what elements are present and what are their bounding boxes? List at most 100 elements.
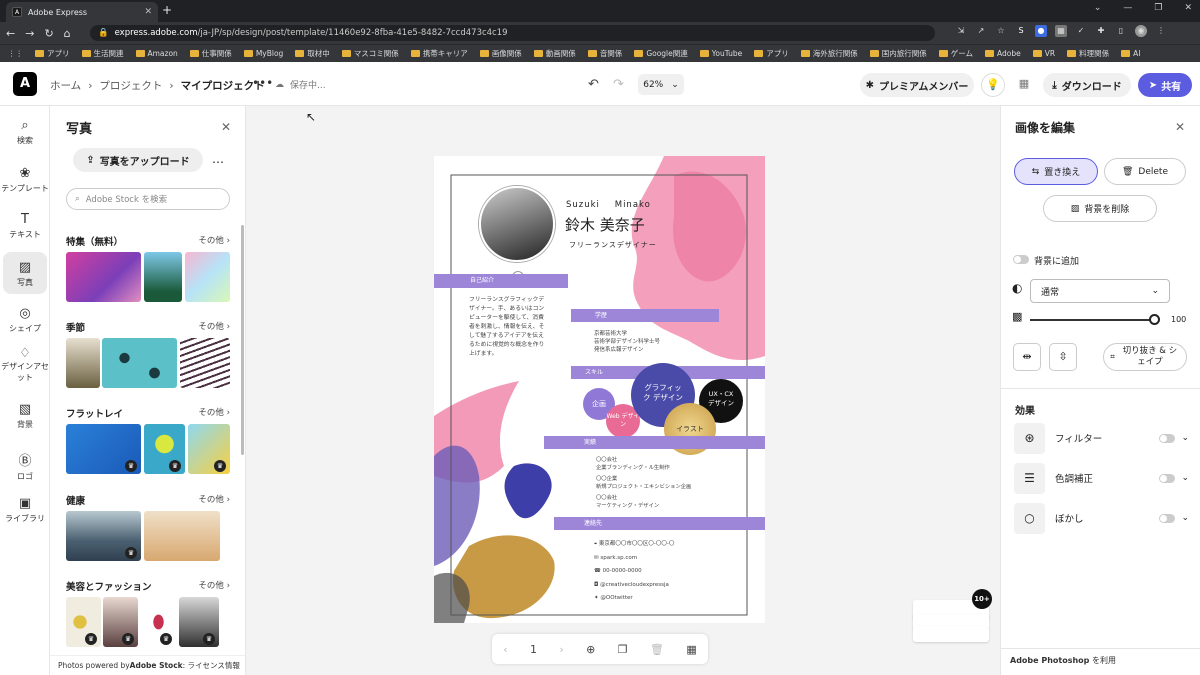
flip-vertical-icon[interactable]: ⇳	[1049, 343, 1077, 371]
bookmark-item[interactable]: VR	[1032, 49, 1055, 58]
crumb-projects[interactable]: プロジェクト	[99, 78, 162, 93]
lightbulb-icon[interactable]: 💡	[981, 73, 1005, 97]
bookmark-item[interactable]: 国内旅行関係	[869, 48, 927, 59]
section-bar-contact[interactable]: 連絡先	[554, 517, 765, 530]
back-icon[interactable]: ←	[6, 27, 15, 40]
extension-grid-icon[interactable]: ▦	[1055, 25, 1067, 37]
chevron-down-icon[interactable]: ⌄	[1181, 473, 1189, 483]
apps-grid-icon[interactable]: ⋮⋮	[8, 49, 23, 58]
bookmark-item[interactable]: 動画関係	[533, 48, 576, 59]
more-options-icon[interactable]: •••	[252, 76, 273, 90]
rail-background[interactable]: ▧ 背景	[0, 402, 50, 430]
see-more-link[interactable]: その他 ›	[198, 406, 230, 420]
bookmark-item[interactable]: 仕事関係	[189, 48, 232, 59]
bookmark-item[interactable]: Google関連	[634, 48, 688, 59]
bookmark-item[interactable]: 取材中	[295, 48, 330, 59]
rail-text[interactable]: T テキスト	[0, 212, 50, 240]
name-english[interactable]: Suzuki Minako	[566, 200, 651, 210]
photo-thumbnail[interactable]: ♛	[103, 597, 138, 647]
credit-brand[interactable]: Adobe Stock	[130, 661, 183, 670]
side-panel-icon[interactable]: ▯	[1115, 25, 1127, 37]
blur-row[interactable]: ○ ぼかし ⌄	[1014, 502, 1189, 534]
new-tab-icon[interactable]: +	[162, 3, 172, 17]
photo-thumbnail[interactable]	[102, 338, 177, 388]
close-tab-icon[interactable]: ✕	[144, 7, 152, 17]
blend-mode-select[interactable]: 通常 ⌄	[1030, 279, 1170, 303]
reload-icon[interactable]: ↻	[44, 27, 53, 40]
bookmark-item[interactable]: アプリ	[35, 48, 70, 59]
photo-thumbnail[interactable]	[180, 338, 230, 388]
browser-tab[interactable]: A Adobe Express ✕	[6, 2, 158, 22]
prev-page-icon[interactable]: ‹	[503, 643, 507, 656]
profile-photo[interactable]	[479, 186, 555, 262]
name-japanese[interactable]: 鈴木 美奈子	[565, 214, 645, 235]
bookmark-item[interactable]: 音関係	[587, 48, 622, 59]
replace-button[interactable]: ⇆ 置き換え	[1014, 158, 1098, 185]
next-page-icon[interactable]: ›	[559, 643, 563, 656]
add-page-icon[interactable]: ⊕	[586, 643, 595, 656]
extensions-puzzle-icon[interactable]: ✚	[1095, 25, 1107, 37]
crop-shape-button[interactable]: ⌗ 切り抜き & シェイプ	[1103, 343, 1187, 371]
minimize-icon[interactable]: —	[1123, 3, 1132, 13]
photo-thumbnail[interactable]: ♛	[66, 424, 141, 474]
restore-icon[interactable]: ❐	[1154, 3, 1162, 13]
home-icon[interactable]: ⌂	[64, 27, 71, 40]
bookmark-star-icon[interactable]: ☆	[995, 25, 1007, 37]
grid-view-icon[interactable]: ▦	[686, 643, 696, 656]
bookmark-item[interactable]: AI	[1121, 49, 1140, 58]
profile-avatar-icon[interactable]: ◉	[1135, 25, 1147, 37]
photo-thumbnail[interactable]: ♛	[144, 424, 185, 474]
remove-background-button[interactable]: ▨ 背景を削除	[1043, 195, 1157, 222]
install-icon[interactable]: ⇲	[955, 25, 967, 37]
close-window-icon[interactable]: ✕	[1184, 3, 1192, 13]
bookmark-item[interactable]: Adobe	[985, 49, 1021, 58]
photo-thumbnail[interactable]	[144, 252, 182, 302]
rail-logo[interactable]: Ⓑ ロゴ	[0, 450, 50, 482]
redo-icon[interactable]: ↷	[613, 77, 624, 92]
rail-templates[interactable]: ❀ テンプレート	[0, 166, 50, 194]
adobe-express-logo-icon[interactable]: A	[13, 72, 37, 96]
panel-scrollbar[interactable]	[241, 225, 244, 455]
see-more-link[interactable]: その他 ›	[198, 234, 230, 248]
crumb-home[interactable]: ホーム	[50, 78, 81, 93]
bookmark-item[interactable]: アプリ	[754, 48, 789, 59]
url-field[interactable]: 🔒 express.adobe.com/ja-JP/sp/design/post…	[90, 25, 935, 41]
stock-search-input[interactable]: ⌕ Adobe Stock を検索	[66, 188, 230, 210]
tone-row[interactable]: ☰ 色調補正 ⌄	[1014, 462, 1189, 494]
bookmark-item[interactable]: 画像関係	[479, 48, 522, 59]
bookmark-item[interactable]: 生活関連	[81, 48, 124, 59]
photo-thumbnail[interactable]	[66, 338, 100, 388]
filter-toggle[interactable]	[1159, 433, 1176, 443]
flip-horizontal-icon[interactable]: ⇹	[1013, 343, 1041, 371]
chevron-down-icon[interactable]: ⌄	[1094, 3, 1102, 13]
bookmark-item[interactable]: Amazon	[135, 49, 178, 58]
delete-page-icon[interactable]: 🗑	[650, 643, 664, 656]
chevron-down-icon[interactable]: ⌄	[1181, 433, 1189, 443]
share-button[interactable]: ➤ 共有	[1138, 73, 1192, 97]
section-bar-work[interactable]: 実績	[544, 436, 765, 449]
see-more-link[interactable]: その他 ›	[198, 579, 230, 593]
rail-design-assets[interactable]: ♢ デザインアセット	[0, 347, 50, 383]
more-options-icon[interactable]: …	[212, 152, 224, 166]
education-list[interactable]: 京都芸術大学 芸術学部デザイン科学士号 発信系広報デザイン	[594, 330, 660, 354]
photo-thumbnail[interactable]	[144, 511, 220, 561]
extension-s-icon[interactable]: S	[1015, 25, 1027, 37]
share-page-icon[interactable]: ↗	[975, 25, 987, 37]
rail-search[interactable]: ⌕ 検索	[0, 118, 50, 146]
bookmark-item[interactable]: マスコミ関係	[341, 48, 399, 59]
zoom-dropdown[interactable]: 62% ⌄	[638, 74, 684, 95]
filter-row[interactable]: ⊛ フィルター ⌄	[1014, 422, 1189, 454]
intro-text[interactable]: フリーランスグラフィックデザイナー。手、あるいはコンピューターを駆使して、消費者…	[469, 296, 549, 359]
forward-icon[interactable]: →	[25, 27, 34, 40]
photo-thumbnail[interactable]	[185, 252, 230, 302]
upload-photo-button[interactable]: ⇪ 写真をアップロード	[73, 148, 203, 172]
bookmark-item[interactable]: ゲーム	[938, 48, 973, 59]
photo-thumbnail[interactable]: ♛	[66, 597, 101, 647]
section-bar-education[interactable]: 学歴	[571, 309, 719, 322]
photo-thumbnail[interactable]	[66, 252, 141, 302]
photo-thumbnail[interactable]: ♛	[188, 424, 230, 474]
close-icon[interactable]: ✕	[221, 120, 231, 134]
calendar-icon[interactable]: ▦	[1012, 73, 1036, 97]
photo-thumbnail[interactable]: ♛	[66, 511, 141, 561]
bookmark-item[interactable]: 携帯キャリア	[410, 48, 468, 59]
